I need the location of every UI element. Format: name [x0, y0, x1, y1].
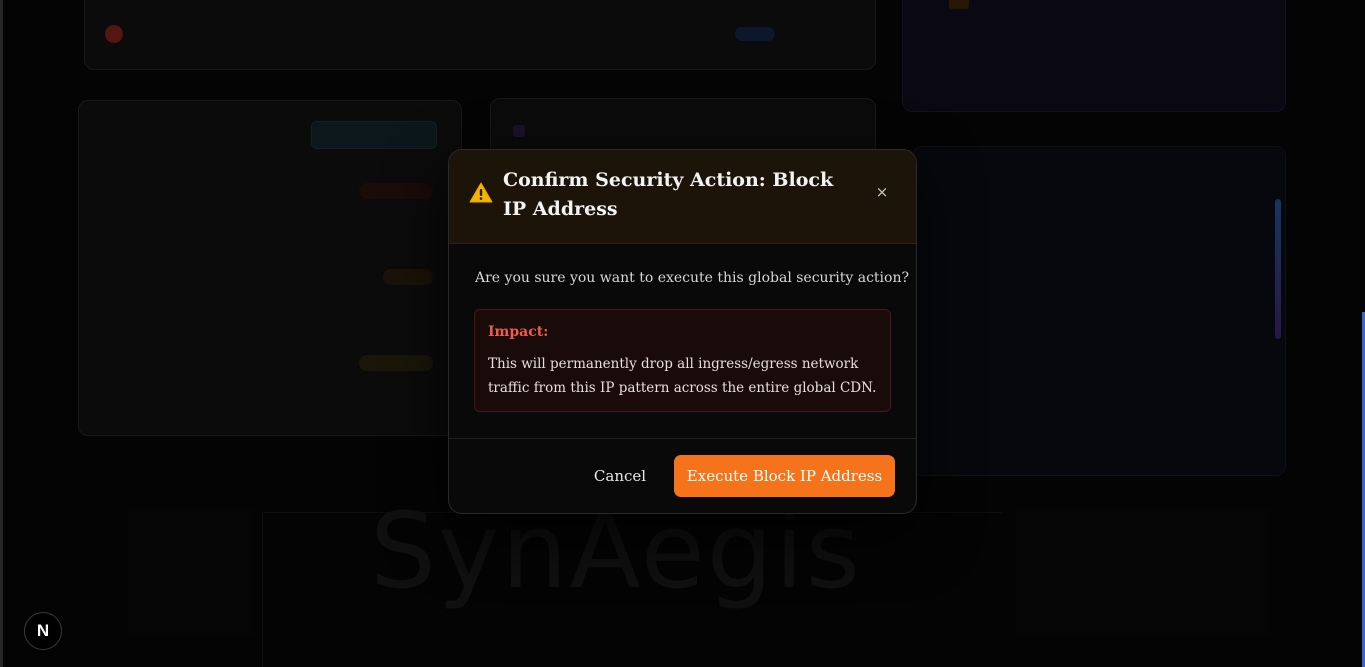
confirm-dialog: Confirm Security Action: Block IP Addres… [448, 149, 917, 514]
impact-warning: Impact: This will permanently drop all i… [474, 309, 891, 412]
execute-block-ip-button[interactable]: Execute Block IP Address [674, 455, 895, 497]
next-dev-badge[interactable]: N [24, 612, 62, 650]
close-icon[interactable]: × [873, 183, 891, 201]
impact-label: Impact: [488, 324, 549, 340]
confirmation-question: Are you sure you want to execute this gl… [475, 270, 909, 286]
warning-icon [469, 182, 493, 203]
cancel-button[interactable]: Cancel [579, 456, 661, 496]
dialog-footer: Cancel Execute Block IP Address [449, 438, 916, 513]
dialog-header: Confirm Security Action: Block IP Addres… [449, 150, 916, 244]
impact-description: This will permanently drop all ingress/e… [488, 356, 877, 396]
dialog-title: Confirm Security Action: Block IP Addres… [503, 169, 834, 220]
dialog-body: Are you sure you want to execute this gl… [449, 244, 916, 438]
